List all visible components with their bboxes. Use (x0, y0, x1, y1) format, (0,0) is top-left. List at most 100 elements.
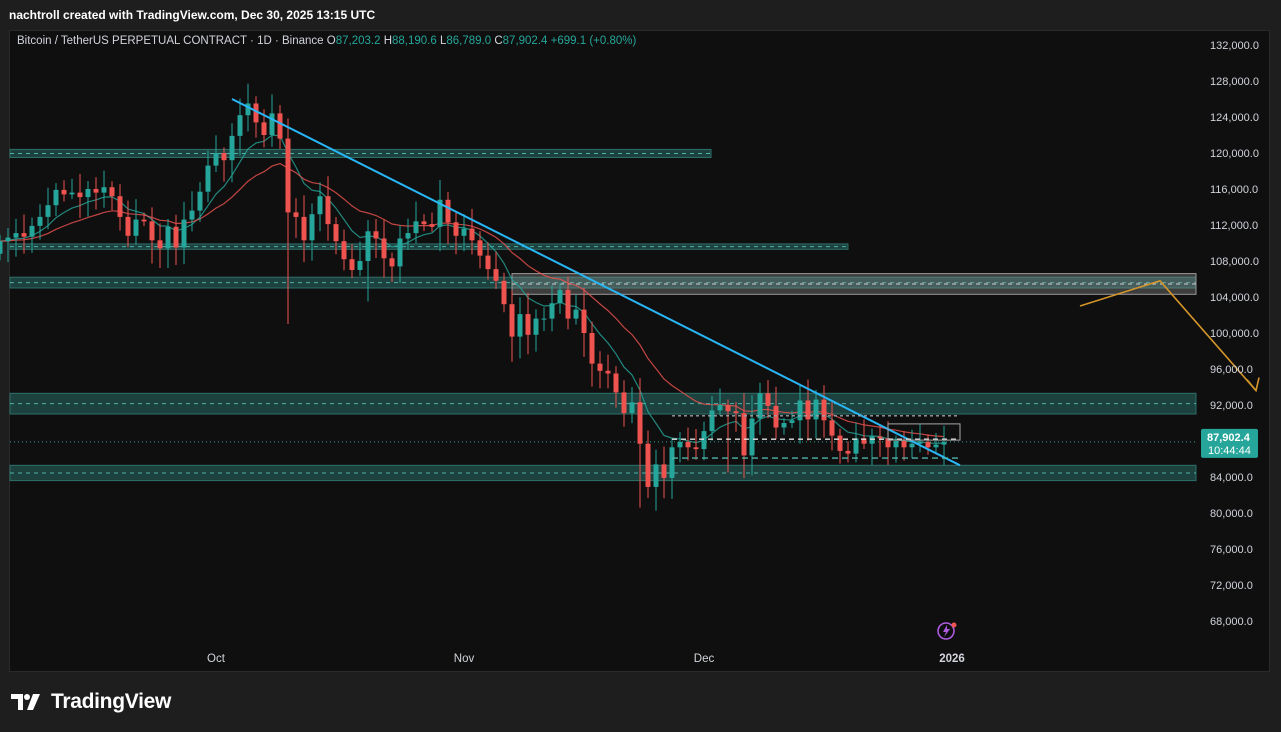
candle (589, 321, 595, 387)
candle (869, 428, 875, 466)
candle (365, 220, 371, 302)
bar-countdown: 10:44:44 (1208, 445, 1251, 457)
price-tick-label: 100,000.0 (1210, 328, 1259, 340)
candle (157, 223, 163, 268)
symbol-title: Bitcoin / TetherUS PERPETUAL CONTRACT · … (17, 35, 324, 47)
candle (445, 191, 451, 245)
candle (669, 438, 675, 499)
price-tick-label: 128,000.0 (1210, 76, 1259, 88)
candle (605, 354, 611, 389)
last-price-badge-group: 87,902.4 10:44:44 (1201, 428, 1258, 458)
candle (917, 423, 923, 453)
candle (693, 429, 699, 460)
candle (757, 382, 763, 435)
candle (181, 201, 187, 265)
candle (925, 434, 931, 455)
candle (37, 204, 43, 240)
price-tick-label: 116,000.0 (1210, 184, 1258, 196)
last-price-value: 87,902.4 (1207, 432, 1251, 444)
price-tick-label: 108,000.0 (1210, 256, 1259, 268)
candle (661, 446, 667, 499)
price-chart[interactable]: 132,000.0 128,000.0 124,000.0 120,000.0 116,… (0, 0, 1281, 672)
candle (133, 199, 139, 245)
candle (877, 424, 883, 457)
candle (509, 290, 515, 362)
candle (285, 118, 291, 324)
candle (581, 288, 587, 357)
candle (653, 449, 659, 511)
candle (109, 181, 115, 210)
candle (0, 234, 3, 261)
candle (725, 399, 731, 473)
price-tick-label: 124,000.0 (1210, 112, 1259, 124)
candle (853, 422, 859, 463)
price-tick-label: 92,000.0 (1210, 400, 1253, 412)
candle (301, 195, 307, 263)
candle (629, 387, 635, 424)
candle (909, 429, 915, 459)
time-tick-label: Nov (454, 653, 475, 665)
candle (941, 425, 947, 466)
candle (213, 135, 219, 172)
change-value: +699.1 (+0.80%) (550, 35, 637, 47)
time-tick-label: Oct (207, 653, 226, 665)
candle (341, 229, 347, 271)
candle (541, 307, 547, 332)
price-axis: 132,000.0 128,000.0 124,000.0 120,000.0 116,… (1210, 40, 1259, 628)
candle (61, 180, 67, 202)
candle (45, 187, 51, 230)
candle (253, 96, 259, 138)
candle (237, 98, 243, 156)
close-value: 87,902.4 (502, 35, 548, 47)
price-tick-label: 72,000.0 (1210, 580, 1253, 592)
candle (429, 212, 435, 232)
candle (197, 182, 203, 222)
price-tick-label: 80,000.0 (1210, 508, 1253, 520)
close-label: C (494, 35, 503, 47)
price-tick-label: 132,000.0 (1210, 40, 1259, 52)
tradingview-brand[interactable]: TradingView (11, 690, 171, 714)
high-value: 88,190.6 (392, 35, 437, 47)
candle (437, 180, 443, 252)
time-tick-label: 2026 (939, 653, 965, 665)
candle (781, 417, 787, 435)
tradingview-logo-icon (11, 694, 40, 710)
candle (69, 178, 75, 200)
time-axis: Oct Nov Dec 2026 (207, 653, 965, 665)
candle (149, 207, 155, 264)
price-tick-label: 112,000.0 (1210, 220, 1258, 232)
symbol-legend: Bitcoin / TetherUS PERPETUAL CONTRACT · … (17, 35, 636, 47)
candle (837, 428, 843, 464)
candle (325, 176, 331, 241)
candle (373, 218, 379, 258)
price-tick-label: 104,000.0 (1210, 292, 1259, 304)
candle (173, 214, 179, 266)
time-tick-label: Dec (694, 653, 715, 665)
candle (77, 173, 83, 219)
candle (597, 351, 603, 389)
candle (117, 184, 123, 231)
price-tick-label: 84,000.0 (1210, 472, 1253, 484)
alert-icon[interactable] (937, 622, 957, 640)
candle (421, 214, 427, 231)
position-box (887, 423, 961, 441)
open-value: 87,203.2 (335, 35, 381, 47)
price-tick-label: 76,000.0 (1210, 544, 1253, 556)
price-tick-label: 120,000.0 (1210, 148, 1259, 160)
candle (525, 292, 531, 355)
candle (85, 181, 91, 217)
high-label: H (383, 35, 392, 47)
low-value: 86,789.0 (446, 35, 492, 47)
candle (381, 219, 387, 278)
candle (293, 198, 299, 238)
candle (645, 430, 651, 498)
candle (205, 150, 211, 203)
brand-name: TradingView (51, 690, 172, 713)
candle (397, 225, 403, 284)
arrow-head-icon (1246, 377, 1260, 393)
candle (101, 170, 107, 208)
candle (517, 297, 523, 359)
candle (677, 432, 683, 463)
price-tick-label: 96,000.0 (1210, 364, 1253, 376)
candle (93, 177, 99, 210)
